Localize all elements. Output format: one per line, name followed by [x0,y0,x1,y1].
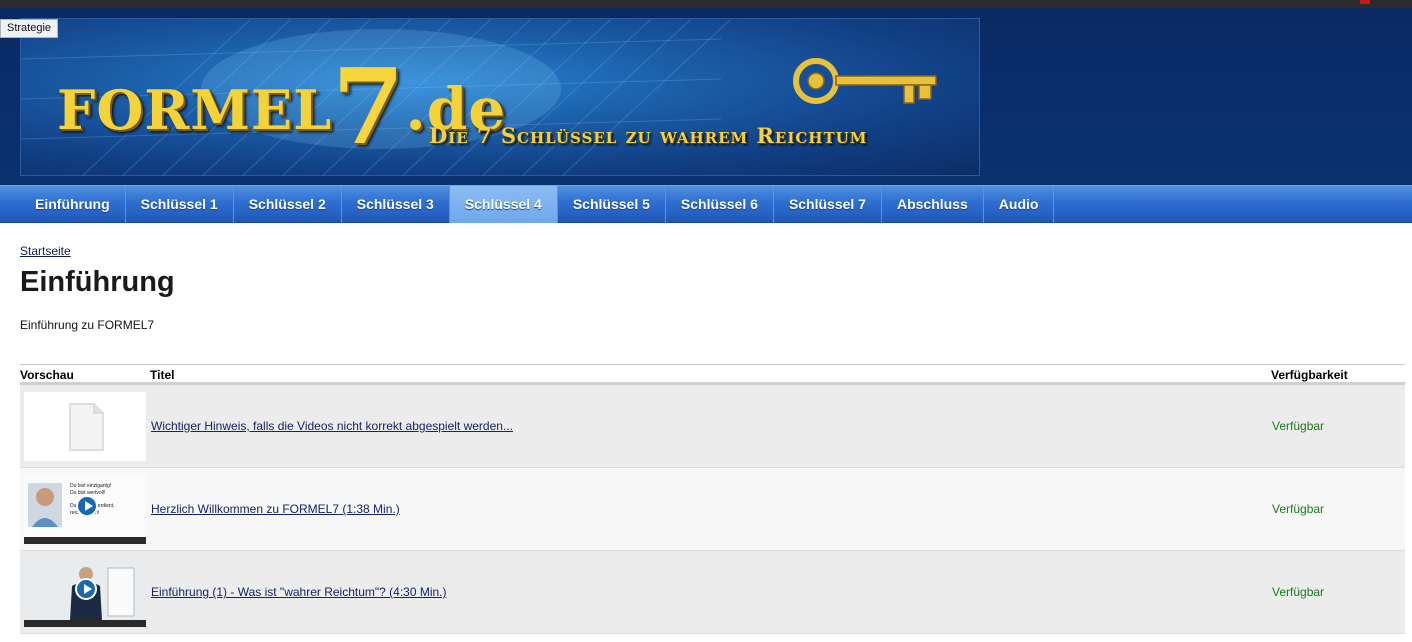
breadcrumb-home[interactable]: Startseite [20,244,71,258]
lesson-table: Vorschau Titel Verfügbarkeit Wichtiger H… [20,364,1405,634]
row-title-link[interactable]: Herzlich Willkommen zu FORMEL7 (1:38 Min… [151,502,400,516]
row-status: Verfügbar [1272,419,1325,433]
play-icon[interactable] [76,495,98,517]
play-icon[interactable] [75,578,97,600]
brand-main: FORMEL [57,78,333,142]
row-title-link[interactable]: Einführung (1) - Was ist "wahrer Reichtu… [151,585,447,599]
brand-logo: FORMEL7.de [57,45,506,168]
nav-item-1[interactable]: Schlüssel 1 [126,186,234,223]
header-title: Titel [150,368,175,382]
document-icon[interactable] [24,392,146,461]
header-preview: Vorschau [20,368,74,382]
golden-key-icon [793,58,937,104]
nav-item-3[interactable]: Schlüssel 3 [342,186,450,223]
video-progress-bar[interactable] [24,537,146,544]
table-row: Du bist einzigartig! Du bist wertvoll! D… [20,468,1405,551]
nav-item-2[interactable]: Schlüssel 2 [234,186,342,223]
nav-item-5[interactable]: Schlüssel 5 [558,186,666,223]
browser-top-strip [0,0,1412,8]
brand-seven: 7 [332,45,406,168]
row-status: Verfügbar [1272,502,1325,516]
video-progress-bar[interactable] [24,620,146,627]
site-header: Strategie FORMEL7.de Die 7 Schlüssel zu … [0,8,1412,185]
top-strip-marker [1360,0,1370,4]
nav-item-9[interactable]: Audio [984,186,1055,223]
row-status: Verfügbar [1272,585,1325,599]
table-header: Vorschau Titel Verfügbarkeit [20,364,1405,385]
table-row: Wichtiger Hinweis, falls die Videos nich… [20,385,1405,468]
page-intro: Einführung zu FORMEL7 [20,318,155,332]
table-row: Einführung (1) - Was ist "wahrer Reichtu… [20,551,1405,634]
row-title-link[interactable]: Wichtiger Hinweis, falls die Videos nich… [151,419,513,433]
nav-item-4[interactable]: Schlüssel 4 [449,186,558,223]
nav-item-7[interactable]: Schlüssel 7 [774,186,882,223]
header-availability: Verfügbarkeit [1271,368,1348,382]
video-thumbnail-presenter[interactable] [24,558,146,627]
video-thumbnail-portrait[interactable]: Du bist einzigartig! Du bist wertvoll! D… [24,475,146,544]
nav-item-0[interactable]: Einführung [20,186,126,223]
header-banner[interactable]: FORMEL7.de Die 7 Schlüssel zu wahrem Rei… [20,18,980,176]
nav-items: Einführung Schlüssel 1 Schlüssel 2 Schlüsse… [20,186,1055,223]
thumb-text-line: Du bist einzigartig! [70,483,112,489]
brand-tagline: Die 7 Schlüssel zu wahrem Reichtum [429,123,868,148]
main-navigation: Einführung Schlüssel 1 Schlüssel 2 Schlüsse… [0,185,1412,223]
nav-item-6[interactable]: Schlüssel 6 [666,186,774,223]
page-title: Einführung [20,266,175,298]
nav-item-8[interactable]: Abschluss [882,186,984,223]
strategy-tag[interactable]: Strategie [0,19,59,38]
